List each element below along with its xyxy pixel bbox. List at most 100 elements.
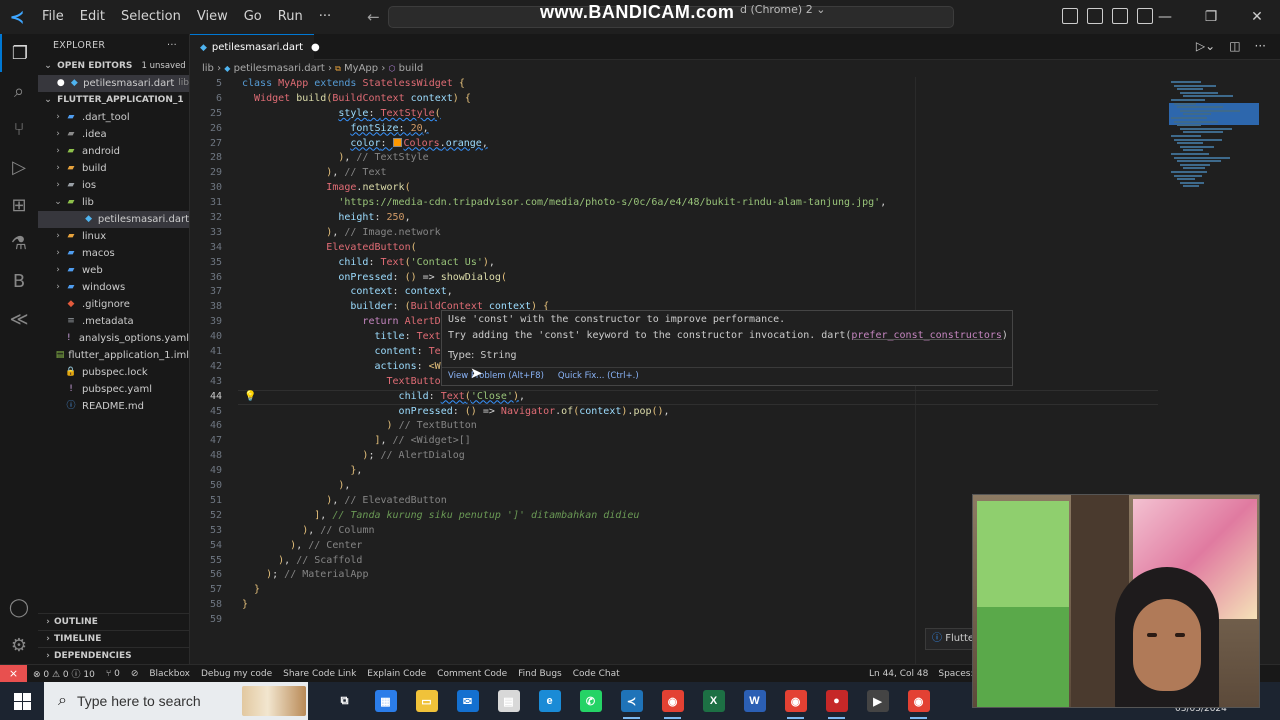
explorer-icon[interactable]: ❐: [0, 34, 38, 72]
tab-petilesmasari[interactable]: ◆ petilesmasari.dart ●: [190, 34, 320, 60]
ports-indicator[interactable]: ⑂ 0: [106, 669, 120, 679]
menu-selection[interactable]: Selection: [113, 0, 189, 34]
code-line[interactable]: 25 style: TextStyle(: [190, 107, 1165, 122]
view-problem-link[interactable]: View Problem (Alt+F8): [448, 368, 544, 385]
tree-item[interactable]: › ▰ windows: [38, 279, 189, 296]
close-button[interactable]: ✕: [1234, 0, 1280, 34]
menu-edit[interactable]: Edit: [72, 0, 113, 34]
code-line[interactable]: 37 context: context,: [190, 285, 1165, 300]
tree-item[interactable]: ▤ flutter_application_1.iml: [38, 347, 189, 364]
status-codechat[interactable]: Code Chat: [573, 669, 620, 679]
taskbar-search[interactable]: ⌕ Type here to search: [44, 682, 308, 720]
tree-item[interactable]: 🔒 pubspec.lock: [38, 364, 189, 381]
status-blackbox[interactable]: Blackbox: [149, 669, 190, 679]
code-line[interactable]: 34 ElevatedButton(: [190, 241, 1165, 256]
open-editors-section[interactable]: ⌄ OPEN EDITORS 1 unsaved: [38, 58, 189, 75]
tree-item[interactable]: ◆ petilesmasari.dart: [38, 211, 189, 228]
toggle-secondary-sidebar-icon[interactable]: [1112, 8, 1128, 24]
maximize-button[interactable]: ❐: [1188, 0, 1234, 34]
code-line[interactable]: 49 },: [190, 464, 1165, 479]
code-line[interactable]: 45 onPressed: () => Navigator.of(context…: [190, 405, 1165, 420]
minimize-button[interactable]: —: [1142, 0, 1188, 34]
menu-more[interactable]: ···: [311, 0, 339, 34]
tree-item[interactable]: › ▰ android: [38, 143, 189, 160]
breadcrumb-method[interactable]: build: [399, 63, 424, 74]
run-debug-icon[interactable]: ▷: [0, 148, 38, 186]
toggle-sidebar-icon[interactable]: [1062, 8, 1078, 24]
store-icon[interactable]: ▦: [365, 682, 406, 720]
cursor-position[interactable]: Ln 44, Col 48: [869, 665, 928, 683]
run-icon[interactable]: ▷⌄: [1196, 39, 1215, 53]
whatsapp-icon[interactable]: ✆: [570, 682, 611, 720]
project-section[interactable]: ⌄ FLUTTER_APPLICATION_1: [38, 92, 189, 109]
tree-item[interactable]: › ▰ .dart_tool: [38, 109, 189, 126]
code-line[interactable]: 32 height: 250,: [190, 211, 1165, 226]
tree-item[interactable]: › ▰ macos: [38, 245, 189, 262]
tree-item[interactable]: › ▰ web: [38, 262, 189, 279]
code-line[interactable]: 26 fontSize: 20,: [190, 122, 1165, 137]
status-comment[interactable]: Comment Code: [437, 669, 507, 679]
toggle-panel-icon[interactable]: [1087, 8, 1103, 24]
tree-item[interactable]: › ▰ build: [38, 160, 189, 177]
more-actions-icon[interactable]: ···: [167, 34, 177, 58]
tree-item[interactable]: ! pubspec.yaml: [38, 381, 189, 398]
code-line[interactable]: 31 'https://media-cdn.tripadvisor.com/me…: [190, 196, 1165, 211]
vscode-icon[interactable]: ≺: [611, 682, 652, 720]
edge-icon[interactable]: e: [529, 682, 570, 720]
source-control-icon[interactable]: ⑂: [0, 110, 38, 148]
blackbox-icon[interactable]: B: [0, 262, 38, 300]
status-debug[interactable]: Debug my code: [201, 669, 272, 679]
tree-item[interactable]: › ▰ .idea: [38, 126, 189, 143]
app-icon[interactable]: ▤: [488, 682, 529, 720]
tree-item[interactable]: › ▰ linux: [38, 228, 189, 245]
mail-icon[interactable]: ✉: [447, 682, 488, 720]
tree-item[interactable]: ⓘ README.md: [38, 398, 189, 415]
word-icon[interactable]: W: [734, 682, 775, 720]
chrome-icon[interactable]: ◉: [652, 682, 693, 720]
status-findbugs[interactable]: Find Bugs: [518, 669, 562, 679]
tree-item[interactable]: › ▰ ios: [38, 177, 189, 194]
menu-run[interactable]: Run: [270, 0, 311, 34]
code-line[interactable]: 29 ), // Text: [190, 166, 1165, 181]
menu-go[interactable]: Go: [236, 0, 270, 34]
chrome-icon-3[interactable]: ◉: [898, 682, 939, 720]
status-explain[interactable]: Explain Code: [367, 669, 426, 679]
tree-item[interactable]: ◆ .gitignore: [38, 296, 189, 313]
lint-rule-link[interactable]: prefer_const_constructors: [851, 330, 1002, 341]
account-icon[interactable]: ◯: [0, 588, 38, 626]
code-line[interactable]: 30 Image.network(: [190, 181, 1165, 196]
tree-item[interactable]: ! analysis_options.yaml: [38, 330, 189, 347]
code-line[interactable]: 28 ), // TextStyle: [190, 151, 1165, 166]
unsaved-dot-icon[interactable]: ●: [311, 42, 320, 53]
windows-start-icon[interactable]: [0, 682, 44, 720]
tree-item[interactable]: ≡ .metadata: [38, 313, 189, 330]
copilot-icon[interactable]: ⊘: [131, 669, 139, 679]
code-line[interactable]: 27 color: Colors.orange,: [190, 137, 1165, 152]
problems-indicator[interactable]: ⊗ 0 ⚠ 0 ⓘ 10: [33, 667, 95, 680]
code-line[interactable]: 47 ], // <Widget>[]: [190, 434, 1165, 449]
task-view-icon[interactable]: ⧉: [324, 682, 365, 720]
more-actions-icon[interactable]: ···: [1255, 39, 1266, 53]
flutter-icon[interactable]: ≪: [0, 300, 38, 338]
timeline-section[interactable]: › TIMELINE: [38, 630, 190, 647]
code-line[interactable]: 33 ), // Image.network: [190, 226, 1165, 241]
outline-section[interactable]: › OUTLINE: [38, 613, 190, 630]
settings-icon[interactable]: ⚙: [0, 626, 38, 664]
minimap[interactable]: [1165, 77, 1265, 197]
breadcrumb-lib[interactable]: lib: [202, 63, 214, 74]
remote-indicator[interactable]: ⨯: [0, 664, 27, 683]
code-line[interactable]: 36 onPressed: () => showDialog(: [190, 271, 1165, 286]
chrome-icon-2[interactable]: ◉: [775, 682, 816, 720]
code-line[interactable]: 50 ),: [190, 479, 1165, 494]
back-arrow-icon[interactable]: ←: [367, 8, 380, 26]
unsaved-dot-icon[interactable]: ●: [56, 75, 66, 92]
dependencies-section[interactable]: › DEPENDENCIES: [38, 647, 190, 664]
open-editor-item[interactable]: ● ◆ petilesmasari.dart lib: [38, 75, 189, 92]
testing-icon[interactable]: ⚗: [0, 224, 38, 262]
tree-item[interactable]: ⌄ ▰ lib: [38, 194, 189, 211]
code-line[interactable]: 46 ) // TextButton: [190, 419, 1165, 434]
record-icon[interactable]: ●: [816, 682, 857, 720]
quick-fix-link[interactable]: Quick Fix... (Ctrl+.): [558, 368, 639, 385]
menu-view[interactable]: View: [189, 0, 236, 34]
code-line[interactable]: 6 Widget build(BuildContext context) {: [190, 92, 1165, 107]
